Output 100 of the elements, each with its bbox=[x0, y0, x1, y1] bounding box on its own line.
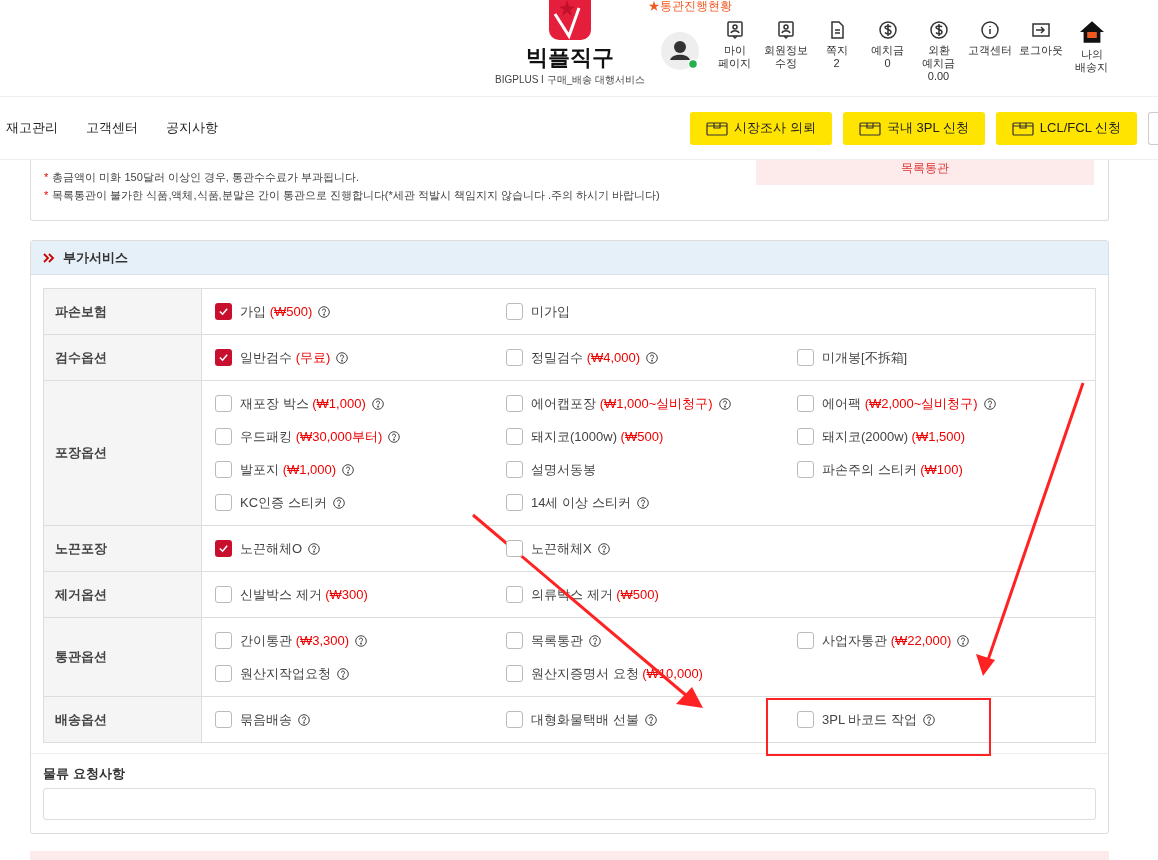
help-icon[interactable] bbox=[922, 713, 935, 726]
option-label[interactable]: 가입 (₩500) bbox=[240, 301, 313, 322]
help-icon[interactable] bbox=[355, 634, 368, 647]
checkbox[interactable] bbox=[215, 428, 232, 445]
menu-label[interactable]: 회원정보 수정 bbox=[763, 44, 808, 70]
checkbox[interactable] bbox=[215, 586, 232, 603]
avatar-icon[interactable] bbox=[661, 32, 699, 70]
option-label[interactable]: 돼지코(2000w) (₩1,500) bbox=[822, 426, 966, 447]
option-label[interactable]: 노끈해체O bbox=[240, 538, 303, 559]
checkbox[interactable] bbox=[506, 540, 523, 557]
menu-label[interactable]: 마이 페이지 bbox=[718, 44, 751, 70]
checkbox[interactable] bbox=[215, 665, 232, 682]
help-icon[interactable] bbox=[371, 397, 384, 410]
checkbox[interactable] bbox=[215, 461, 232, 478]
option-label[interactable]: 정밀검수 (₩4,000) bbox=[531, 347, 641, 368]
checkbox[interactable] bbox=[215, 395, 232, 412]
document-person-icon[interactable] bbox=[724, 20, 745, 40]
checkbox[interactable] bbox=[215, 540, 232, 557]
checkbox[interactable] bbox=[797, 632, 814, 649]
option-label[interactable]: 파손주의 스티커 (₩100) bbox=[822, 459, 963, 480]
nav-button[interactable]: LCL/FCL 신청 bbox=[995, 111, 1137, 145]
help-icon[interactable] bbox=[337, 667, 349, 680]
checkbox[interactable] bbox=[506, 665, 523, 682]
option-label[interactable]: 노끈해체X bbox=[531, 538, 592, 559]
nav-link[interactable]: 공지사항 bbox=[166, 118, 218, 138]
option-label[interactable]: 대형화물택배 선불 bbox=[531, 709, 639, 730]
help-icon[interactable] bbox=[957, 634, 970, 647]
menu-label[interactable]: 외환 예치금 0.00 bbox=[922, 44, 955, 83]
help-icon[interactable] bbox=[597, 542, 610, 555]
help-icon[interactable] bbox=[718, 397, 731, 410]
option-label[interactable]: 일반검수 (무료) bbox=[240, 347, 331, 368]
option-label[interactable]: 미가입 bbox=[531, 301, 570, 322]
help-icon[interactable] bbox=[318, 305, 331, 318]
menu-label[interactable]: 로그아웃 bbox=[1018, 44, 1063, 57]
option-label[interactable]: 간이통관 (₩3,300) bbox=[240, 630, 350, 651]
checkbox[interactable] bbox=[797, 395, 814, 412]
option-label[interactable]: 재포장 박스 (₩1,000) bbox=[240, 393, 366, 414]
option-label[interactable]: 에어캡포장 (₩1,000~실비청구) bbox=[531, 393, 713, 414]
nav-link[interactable]: 재고관리 bbox=[6, 118, 58, 138]
checkbox[interactable] bbox=[506, 494, 523, 511]
checkbox[interactable] bbox=[797, 711, 814, 728]
option-label[interactable]: 에어팩 (₩2,000~실비청구) bbox=[822, 393, 978, 414]
dollar-icon[interactable] bbox=[877, 20, 898, 40]
input-field[interactable] bbox=[43, 787, 1096, 820]
menu-label[interactable]: 나의 배송지 bbox=[1075, 48, 1108, 74]
help-icon[interactable] bbox=[636, 496, 649, 509]
help-icon[interactable] bbox=[983, 397, 996, 410]
help-icon[interactable] bbox=[589, 634, 601, 647]
document-person-icon[interactable] bbox=[775, 20, 796, 40]
checkbox[interactable] bbox=[506, 349, 523, 366]
info-icon[interactable] bbox=[979, 20, 1000, 40]
menu-label[interactable]: 예치금 0 bbox=[871, 44, 904, 70]
option-label[interactable]: 14세 이상 스티커 bbox=[531, 492, 631, 513]
help-icon[interactable] bbox=[336, 351, 349, 364]
option-label[interactable]: 발포지 (₩1,000) bbox=[240, 459, 337, 480]
checkbox[interactable] bbox=[506, 395, 523, 412]
checkbox[interactable] bbox=[215, 632, 232, 649]
home-icon[interactable] bbox=[1079, 20, 1104, 44]
option-label[interactable]: 신발박스 제거 (₩300) bbox=[240, 584, 368, 605]
option-label[interactable]: 미개봉[不拆箱] bbox=[822, 347, 908, 368]
checkbox[interactable] bbox=[797, 461, 814, 478]
checkbox[interactable] bbox=[215, 711, 232, 728]
nav-button[interactable]: 시장조사 의뢰 bbox=[690, 111, 832, 145]
checkbox[interactable] bbox=[215, 494, 232, 511]
nav-link[interactable]: 고객센터 bbox=[86, 118, 138, 138]
checkbox[interactable] bbox=[797, 428, 814, 445]
option-label[interactable]: 목록통관 bbox=[531, 630, 583, 651]
help-icon[interactable] bbox=[644, 713, 657, 726]
help-icon[interactable] bbox=[388, 430, 401, 443]
asterisk-mark: * bbox=[44, 170, 49, 185]
dollar-icon[interactable] bbox=[928, 20, 949, 40]
nav-button[interactable]: 국내 3PL 신청 bbox=[842, 111, 985, 145]
checkbox[interactable] bbox=[215, 303, 232, 320]
checkbox[interactable] bbox=[506, 586, 523, 603]
logout-icon[interactable] bbox=[1030, 20, 1051, 40]
status-link[interactable]: ★통관진행현황 bbox=[648, 0, 732, 12]
option-label[interactable]: 묶음배송 bbox=[240, 709, 292, 730]
checkbox[interactable] bbox=[797, 349, 814, 366]
menu-label[interactable]: 쪽지 2 bbox=[825, 44, 848, 70]
checkbox[interactable] bbox=[506, 303, 523, 320]
option-label[interactable]: 3PL 바코드 작업 bbox=[822, 709, 917, 730]
option-label[interactable]: 우드패킹 (₩30,000부터) bbox=[240, 426, 383, 447]
checkbox[interactable] bbox=[506, 711, 523, 728]
row-label: 파손보험 bbox=[44, 289, 202, 334]
option-label[interactable]: 원산지작업요청 bbox=[240, 663, 331, 684]
help-icon[interactable] bbox=[332, 496, 345, 509]
help-icon[interactable] bbox=[646, 351, 659, 364]
checkbox[interactable] bbox=[506, 461, 523, 478]
option-label[interactable]: 설명서동봉 bbox=[531, 459, 596, 480]
option-label[interactable]: 사업자통관 (₩22,000) bbox=[822, 630, 952, 651]
menu-label[interactable]: 고객센터 bbox=[967, 44, 1012, 57]
checkbox[interactable] bbox=[506, 428, 523, 445]
help-icon[interactable] bbox=[342, 463, 355, 476]
option-label[interactable]: 돼지코(1000w) (₩500) bbox=[531, 426, 664, 447]
row-label: 포장옵션 bbox=[44, 381, 202, 525]
checkbox[interactable] bbox=[506, 632, 523, 649]
help-icon[interactable] bbox=[298, 713, 310, 726]
checkbox[interactable] bbox=[215, 349, 232, 366]
option-label[interactable]: KC인증 스티커 bbox=[240, 492, 327, 513]
help-icon[interactable] bbox=[308, 542, 321, 555]
